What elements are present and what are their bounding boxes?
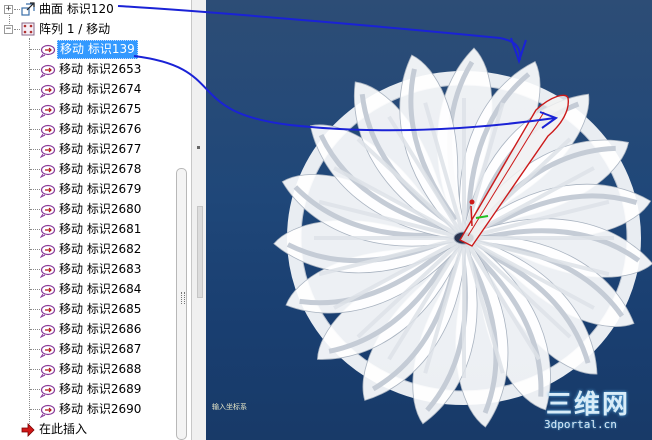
tree-item-label: 移动 标识2688 — [59, 362, 142, 376]
pattern-model-render — [273, 47, 652, 428]
tree-item-label: 移动 标识2676 — [59, 122, 142, 136]
tree-item-move[interactable]: 移动 标识139 — [0, 40, 191, 60]
tree-item-label: 移动 标识2681 — [59, 222, 142, 236]
tree-item-move[interactable]: 移动 标识2675 — [0, 100, 191, 120]
tree-item-label: 移动 标识2653 — [59, 62, 142, 76]
tree-item-label: 移动 标识2685 — [59, 302, 142, 316]
tree-item-label: 移动 标识2679 — [59, 182, 142, 196]
tree-item-label: 曲面 标识120 — [39, 2, 114, 16]
move-feature-icon — [40, 184, 56, 198]
tree-item-move[interactable]: 移动 标识2685 — [0, 300, 191, 320]
tree-item-move[interactable]: 移动 标识2677 — [0, 140, 191, 160]
tree-item-label: 阵列 1 / 移动 — [39, 22, 111, 36]
tree-item-move[interactable]: 移动 标识2680 — [0, 200, 191, 220]
tree-item-label: 移动 标识2690 — [59, 402, 142, 416]
splitter-dot-icon — [197, 146, 200, 149]
axis-red — [470, 205, 473, 227]
tree-item-label: 移动 标识139 — [57, 40, 138, 59]
tree-item-move[interactable]: 移动 标识2682 — [0, 240, 191, 260]
tree-item-label: 移动 标识2678 — [59, 162, 142, 176]
move-feature-icon — [40, 164, 56, 178]
watermark-url: 3dportal.cn — [544, 418, 617, 431]
tree-item-label: 移动 标识2680 — [59, 202, 142, 216]
tree-item-label: 移动 标识2683 — [59, 262, 142, 276]
insert-arrow-icon — [21, 423, 35, 437]
move-feature-icon — [40, 64, 56, 78]
move-feature-icon — [40, 144, 56, 158]
collapse-icon[interactable]: − — [4, 25, 13, 34]
watermark-logo: 三维网 — [546, 390, 631, 420]
move-feature-icon — [40, 264, 56, 278]
tree-item-insert-here[interactable]: 在此插入 — [0, 420, 191, 440]
tree-item-move[interactable]: 移动 标识2681 — [0, 220, 191, 240]
expand-icon[interactable]: + — [4, 5, 13, 14]
move-feature-icon — [40, 324, 56, 338]
tree-item-label: 移动 标识2682 — [59, 242, 142, 256]
tree-item-move[interactable]: 移动 标识2679 — [0, 180, 191, 200]
tree-item-move[interactable]: 移动 标识2678 — [0, 160, 191, 180]
tree-item-pattern[interactable]: − 阵列 1 / 移动 — [0, 20, 191, 40]
move-feature-icon — [40, 104, 56, 118]
axis-origin — [469, 199, 475, 205]
tree-item-label: 移动 标识2686 — [59, 322, 142, 336]
tree-item-label: 移动 标识2677 — [59, 142, 142, 156]
tree-item-move[interactable]: 移动 标识2690 — [0, 400, 191, 420]
tree-item-label: 在此插入 — [39, 422, 88, 436]
tree-item-move[interactable]: 移动 标识2686 — [0, 320, 191, 340]
tree-item-label: 移动 标识2675 — [59, 102, 142, 116]
site-watermark: 三维网 3dportal.cn — [540, 384, 648, 436]
resize-grip-icon[interactable] — [181, 292, 185, 304]
move-feature-icon — [40, 364, 56, 378]
move-feature-icon — [40, 84, 56, 98]
tree-item-move[interactable]: 移动 标识2688 — [0, 360, 191, 380]
tree-item-move[interactable]: 移动 标识2674 — [0, 80, 191, 100]
pattern-feature-icon — [21, 22, 35, 36]
surface-feature-icon — [21, 2, 35, 16]
pane-splitter[interactable] — [191, 0, 206, 440]
splitter-handle[interactable] — [197, 206, 203, 298]
move-feature-icon — [40, 224, 56, 238]
tree-item-surface[interactable]: + 曲面 标识120 — [0, 0, 191, 20]
tree-scrollbar[interactable] — [176, 168, 187, 440]
tree-item-label: 移动 标识2684 — [59, 282, 142, 296]
tree-item-move[interactable]: 移动 标识2653 — [0, 60, 191, 80]
move-feature-icon — [40, 304, 56, 318]
move-feature-icon — [40, 204, 56, 218]
tree-item-move[interactable]: 移动 标识2676 — [0, 120, 191, 140]
move-feature-icon — [40, 404, 56, 418]
tree-item-move[interactable]: 移动 标识2687 — [0, 340, 191, 360]
coordinate-system-label: 输入坐标系 — [212, 403, 247, 411]
model-tree: + 曲面 标识120 − 阵列 1 / 移动 移动 标识139 移动 标识2653… — [0, 0, 191, 440]
move-feature-icon — [40, 244, 56, 258]
tree-item-move[interactable]: 移动 标识2689 — [0, 380, 191, 400]
tree-item-label: 移动 标识2687 — [59, 342, 142, 356]
tree-item-move[interactable]: 移动 标识2683 — [0, 260, 191, 280]
tree-item-label: 移动 标识2689 — [59, 382, 142, 396]
move-feature-icon — [40, 344, 56, 358]
tree-item-label: 移动 标识2674 — [59, 82, 142, 96]
move-feature-icon — [40, 124, 56, 138]
tree-item-move[interactable]: 移动 标识2684 — [0, 280, 191, 300]
graphics-viewport[interactable]: 输入坐标系 三维网 3dportal.cn — [206, 0, 652, 440]
move-feature-icon — [40, 44, 56, 58]
move-feature-icon — [40, 384, 56, 398]
move-feature-icon — [40, 284, 56, 298]
